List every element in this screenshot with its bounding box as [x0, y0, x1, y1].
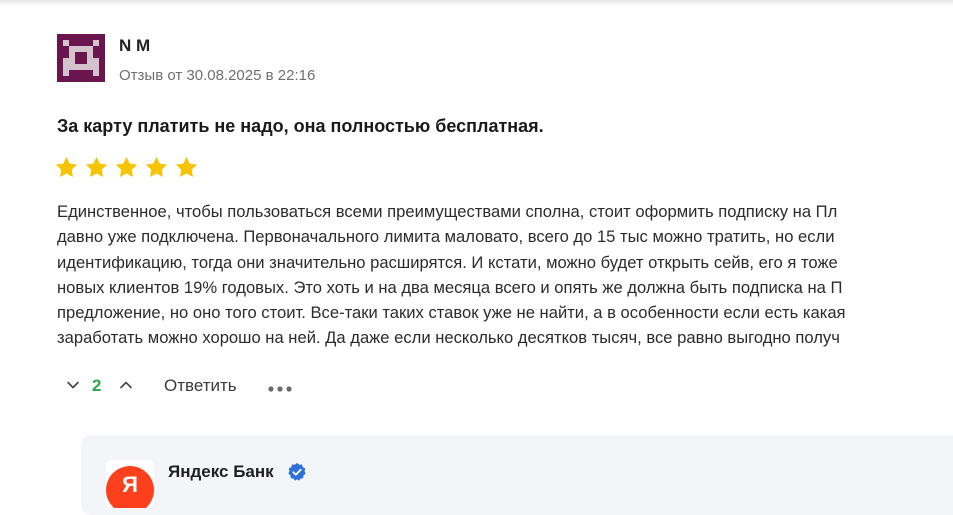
review-body-line: предложение, но оно того стоит. Все-таки…	[57, 303, 846, 323]
author-name[interactable]: N M	[119, 36, 150, 56]
review-title: За карту платить не надо, она полностью …	[57, 116, 544, 136]
star-icon	[145, 156, 168, 177]
yandex-logo-icon: Я	[106, 460, 154, 508]
star-icon	[55, 156, 78, 177]
star-icon	[115, 156, 138, 177]
bank-name[interactable]: Яндекс Банк	[168, 462, 274, 482]
review-body-line: идентификацию, тогда они значительно рас…	[57, 252, 838, 272]
vote-count: 2	[92, 376, 102, 395]
review-body: Единственное, чтобы пользоваться всеми п…	[57, 199, 953, 351]
top-divider	[0, 0, 953, 6]
chevron-up-icon[interactable]	[117, 376, 135, 394]
bank-logo[interactable]: Я	[106, 460, 154, 508]
review-date: Отзыв от 30.08.2025 в 22:16	[119, 67, 316, 84]
more-dots-icon[interactable]	[266, 380, 296, 396]
star-icon	[85, 156, 108, 177]
chevron-down-icon[interactable]	[64, 376, 82, 394]
author-avatar[interactable]	[57, 34, 105, 82]
reply-button[interactable]: Ответить	[164, 376, 237, 396]
review-body-line: заработать можно хорошо на ней. Да даже …	[57, 328, 840, 348]
review-body-line: Единственное, чтобы пользоваться всеми п…	[57, 202, 838, 221]
rating-stars	[54, 155, 199, 180]
review-body-line: давно уже подключена. Первоначального ли…	[57, 227, 835, 247]
star-icon	[175, 156, 198, 177]
verified-badge-icon	[288, 463, 306, 481]
review-body-line: новых клиентов 19% годовых. Это хоть и н…	[57, 277, 843, 297]
